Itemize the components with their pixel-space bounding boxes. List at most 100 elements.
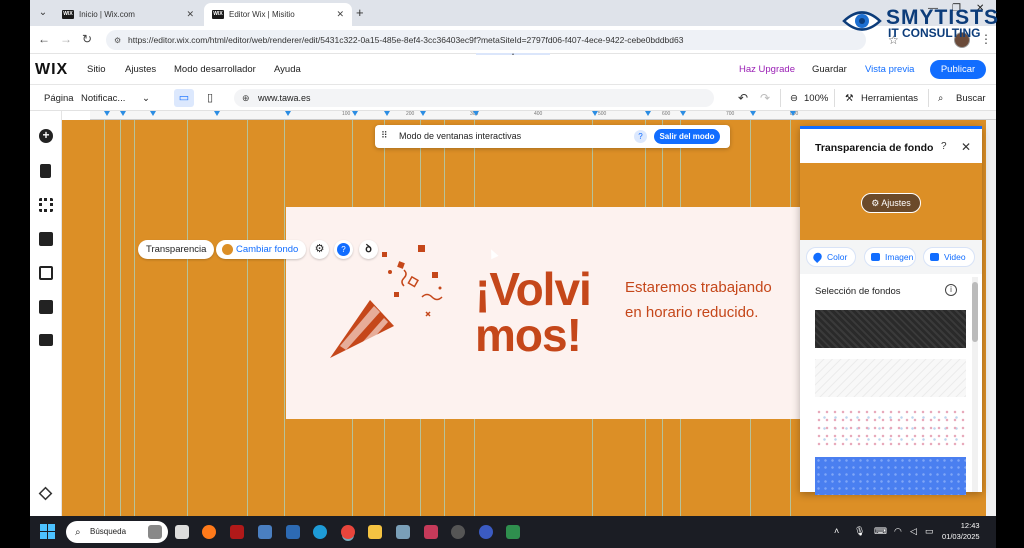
site-url-field[interactable]: www.tawa.es [234,89,714,107]
search-icon[interactable]: ⌕ [938,93,943,104]
guide-marker[interactable] [150,111,156,116]
app-icon[interactable] [286,525,300,539]
background-option[interactable] [815,310,966,348]
close-tab-icon[interactable]: ✕ [186,9,194,20]
filezilla-icon[interactable] [230,525,244,539]
undo-icon[interactable]: ↶ [738,91,748,105]
microphone-icon[interactable]: 🎙 [854,526,865,537]
guide-marker[interactable] [750,111,756,116]
add-elements-icon[interactable]: + [39,129,53,143]
tools-button[interactable]: Herramientas [861,93,918,104]
chat-icon[interactable] [175,525,189,539]
calculator-icon[interactable] [396,525,410,539]
background-option[interactable] [815,457,966,495]
search-button[interactable]: Buscar [956,93,986,104]
pages-icon[interactable] [40,164,51,178]
guide-marker[interactable] [120,111,126,116]
desktop-view-icon[interactable]: ▭ [174,89,194,107]
guide-marker[interactable] [384,111,390,116]
panel-scrollbar-thumb[interactable] [972,282,978,342]
help-button[interactable]: ? [334,240,353,259]
editor-scrollbar[interactable] [986,120,996,516]
chrome-icon[interactable] [341,525,355,539]
menu-modo-desarrollador[interactable]: Modo desarrollador [174,64,256,75]
animation-icon[interactable]: ꝺ [359,240,378,259]
guide-marker[interactable] [420,111,426,116]
app-icon[interactable] [451,525,465,539]
headline[interactable]: ¡Volvi mos! [475,266,592,358]
guide-marker[interactable] [352,111,358,116]
media-icon[interactable] [39,266,53,280]
tray-chevron-icon[interactable]: ˄ [834,526,839,536]
tools-icon[interactable]: ⚒ [845,93,854,104]
subtitle-line-1[interactable]: Estaremos trabajando [625,279,772,296]
menu-ayuda[interactable]: Ayuda [274,64,301,75]
guide-marker[interactable] [285,111,291,116]
help-icon[interactable]: ? [634,130,647,143]
info-icon[interactable]: i [945,284,957,296]
close-tab-icon[interactable]: ✕ [336,9,344,20]
drag-handle-icon[interactable]: ⠿ [381,130,388,141]
guide-marker[interactable] [214,111,220,116]
forward-icon[interactable]: → [60,32,72,46]
windows-start-icon[interactable] [40,524,56,540]
preview-button[interactable]: Vista previa [865,64,914,75]
top-ruler[interactable]: 100 200 300 400 500 600 700 800 [90,111,996,120]
zoom-out-icon[interactable]: ⊖ [790,93,798,104]
help-icon[interactable]: ? [941,141,947,152]
wix-logo[interactable]: WIX [35,61,68,79]
back-icon[interactable]: ← [38,32,50,46]
network-app-icon[interactable] [258,525,272,539]
tab-video[interactable]: Video [923,247,975,267]
browser-tab-inicio[interactable]: WIX Inicio | Wix.com ✕ [54,3,202,26]
battery-icon[interactable]: ▭ [925,526,934,537]
change-background-button[interactable]: Cambiar fondo [216,240,307,259]
business-icon[interactable] [39,334,53,346]
save-button[interactable]: Guardar [812,64,847,75]
guide-marker[interactable] [790,111,796,116]
settings-gear-icon[interactable]: ⚙ [310,240,329,259]
subtitle-line-2[interactable]: en horario reducido. [625,304,758,321]
close-icon[interactable]: ✕ [961,140,971,154]
layers-icon[interactable] [38,486,53,501]
tab-search-icon[interactable]: ⌄ [34,4,52,22]
apps-icon[interactable] [39,198,53,212]
app-icon[interactable] [506,525,520,539]
volume-icon[interactable]: ◁ [910,526,917,537]
guide-marker[interactable] [645,111,651,116]
background-option[interactable] [815,359,966,397]
url-bar[interactable]: https://editor.wix.com/html/editor/web/r… [106,30,866,50]
guide-marker[interactable] [680,111,686,116]
tab-image[interactable]: Imagen [864,247,916,267]
firefox-icon[interactable] [202,525,216,539]
site-info-icon[interactable]: ⚙ [114,36,121,45]
menu-ajustes[interactable]: Ajustes [125,64,156,75]
new-tab-icon[interactable]: + [356,5,364,20]
tab-color[interactable]: Color [806,247,856,267]
cms-icon[interactable] [39,300,53,314]
app-icon[interactable] [479,525,493,539]
zoom-level[interactable]: 100% [804,93,828,104]
transparency-button[interactable]: Transparencia [138,240,215,259]
snipping-tool-icon[interactable] [424,525,438,539]
mobile-view-icon[interactable]: ▯ [200,89,220,107]
chevron-down-icon[interactable]: ⌄ [142,93,150,104]
browser-tab-editor[interactable]: WIX Editor Wix | Misitio ✕ [204,3,352,26]
guide-marker[interactable] [104,111,110,116]
guide-marker[interactable] [473,111,479,116]
publish-button[interactable]: Publicar [930,60,986,79]
file-explorer-icon[interactable] [368,525,382,539]
page-selector[interactable]: Notificac... [81,93,125,104]
system-clock[interactable]: 12:43 01/03/2025 [942,520,980,542]
upgrade-link[interactable]: Haz Upgrade [739,64,795,75]
plugins-icon[interactable] [39,232,53,246]
task-view-icon[interactable] [148,525,162,539]
guide-marker[interactable] [592,111,598,116]
keyboard-icon[interactable]: ⌨ [874,526,887,537]
background-option[interactable] [815,408,966,446]
edge-icon[interactable] [313,525,327,539]
settings-button[interactable]: ⚙ Ajustes [861,193,921,213]
redo-icon[interactable]: ↷ [760,91,770,105]
exit-mode-button[interactable]: Salir del modo [654,129,720,144]
wifi-icon[interactable]: ◠ [894,526,902,537]
